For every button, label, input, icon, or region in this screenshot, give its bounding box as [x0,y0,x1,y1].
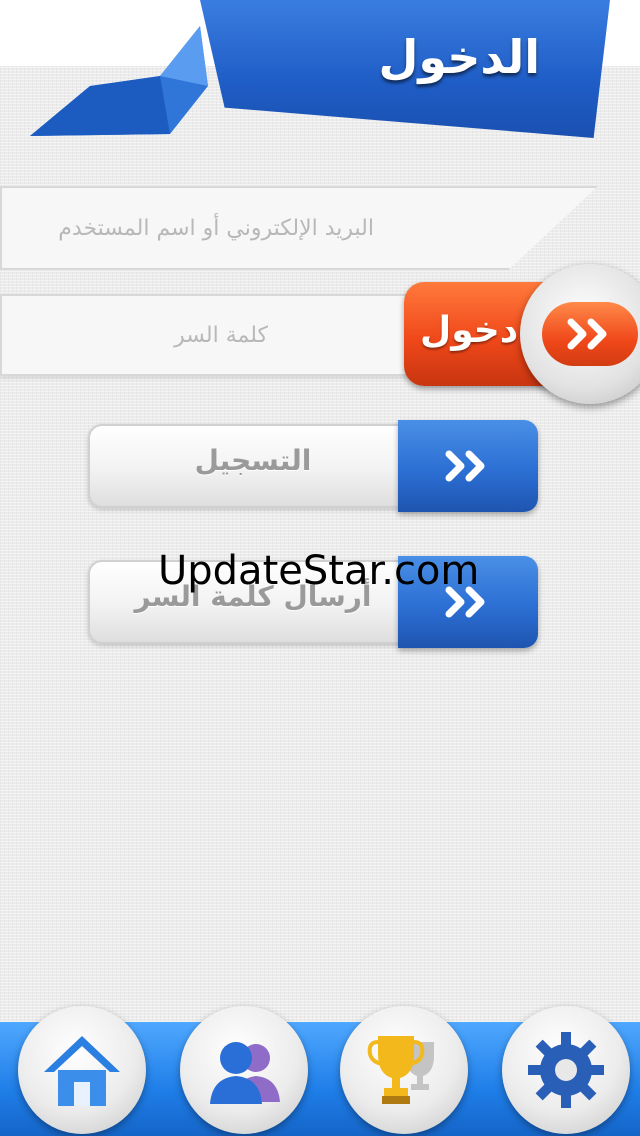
login-arrow [542,302,638,366]
double-chevron-icon [567,318,607,350]
login-label: دخول [420,310,519,351]
home-icon [44,1036,120,1106]
password-field[interactable]: كلمة السر [0,294,460,376]
password-placeholder: كلمة السر [174,322,268,348]
gear-icon [528,1032,604,1108]
double-chevron-icon [445,450,485,482]
nav-home-button[interactable] [18,1006,146,1134]
nav-trophy-button[interactable] [340,1006,468,1134]
users-icon [210,1042,280,1104]
register-button[interactable]: التسجيل [88,420,538,512]
email-placeholder: البريد الإلكتروني أو اسم المستخدم [58,215,374,241]
nav-friends-button[interactable] [180,1006,308,1134]
register-arrow [398,420,538,512]
nav-settings-button[interactable] [502,1006,630,1134]
email-field[interactable]: البريد الإلكتروني أو اسم المستخدم [0,186,598,270]
page-title: الدخول [378,30,540,84]
watermark: UpdateStar.com [158,548,480,594]
login-button[interactable]: دخول [404,264,640,404]
trophy-icon [367,1036,434,1104]
register-label: التسجيل [194,444,312,477]
